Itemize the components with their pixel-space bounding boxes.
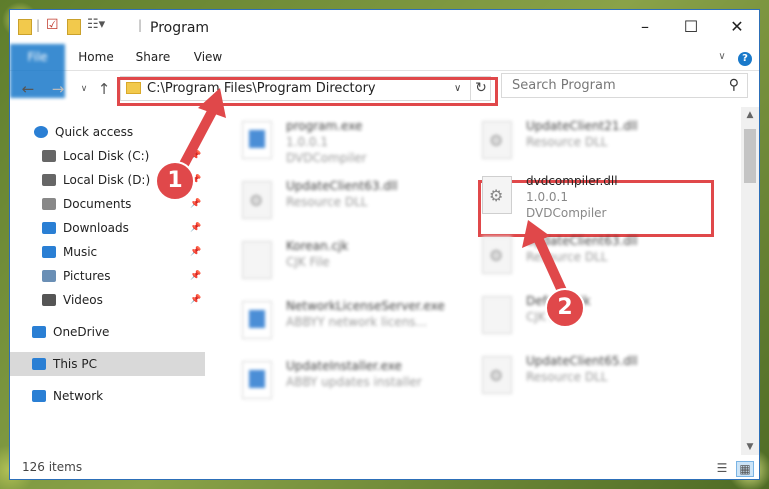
callout-two: 2 [545,288,585,328]
file-explorer-window: | ☑ ☷▾ | Program – ☐ ✕ File Home Share V… [9,9,760,480]
callout-arrows [177,88,568,296]
callout-one: 1 [155,161,195,201]
arrow-two-shaft [533,235,568,296]
arrow-one-shaft [177,103,220,171]
